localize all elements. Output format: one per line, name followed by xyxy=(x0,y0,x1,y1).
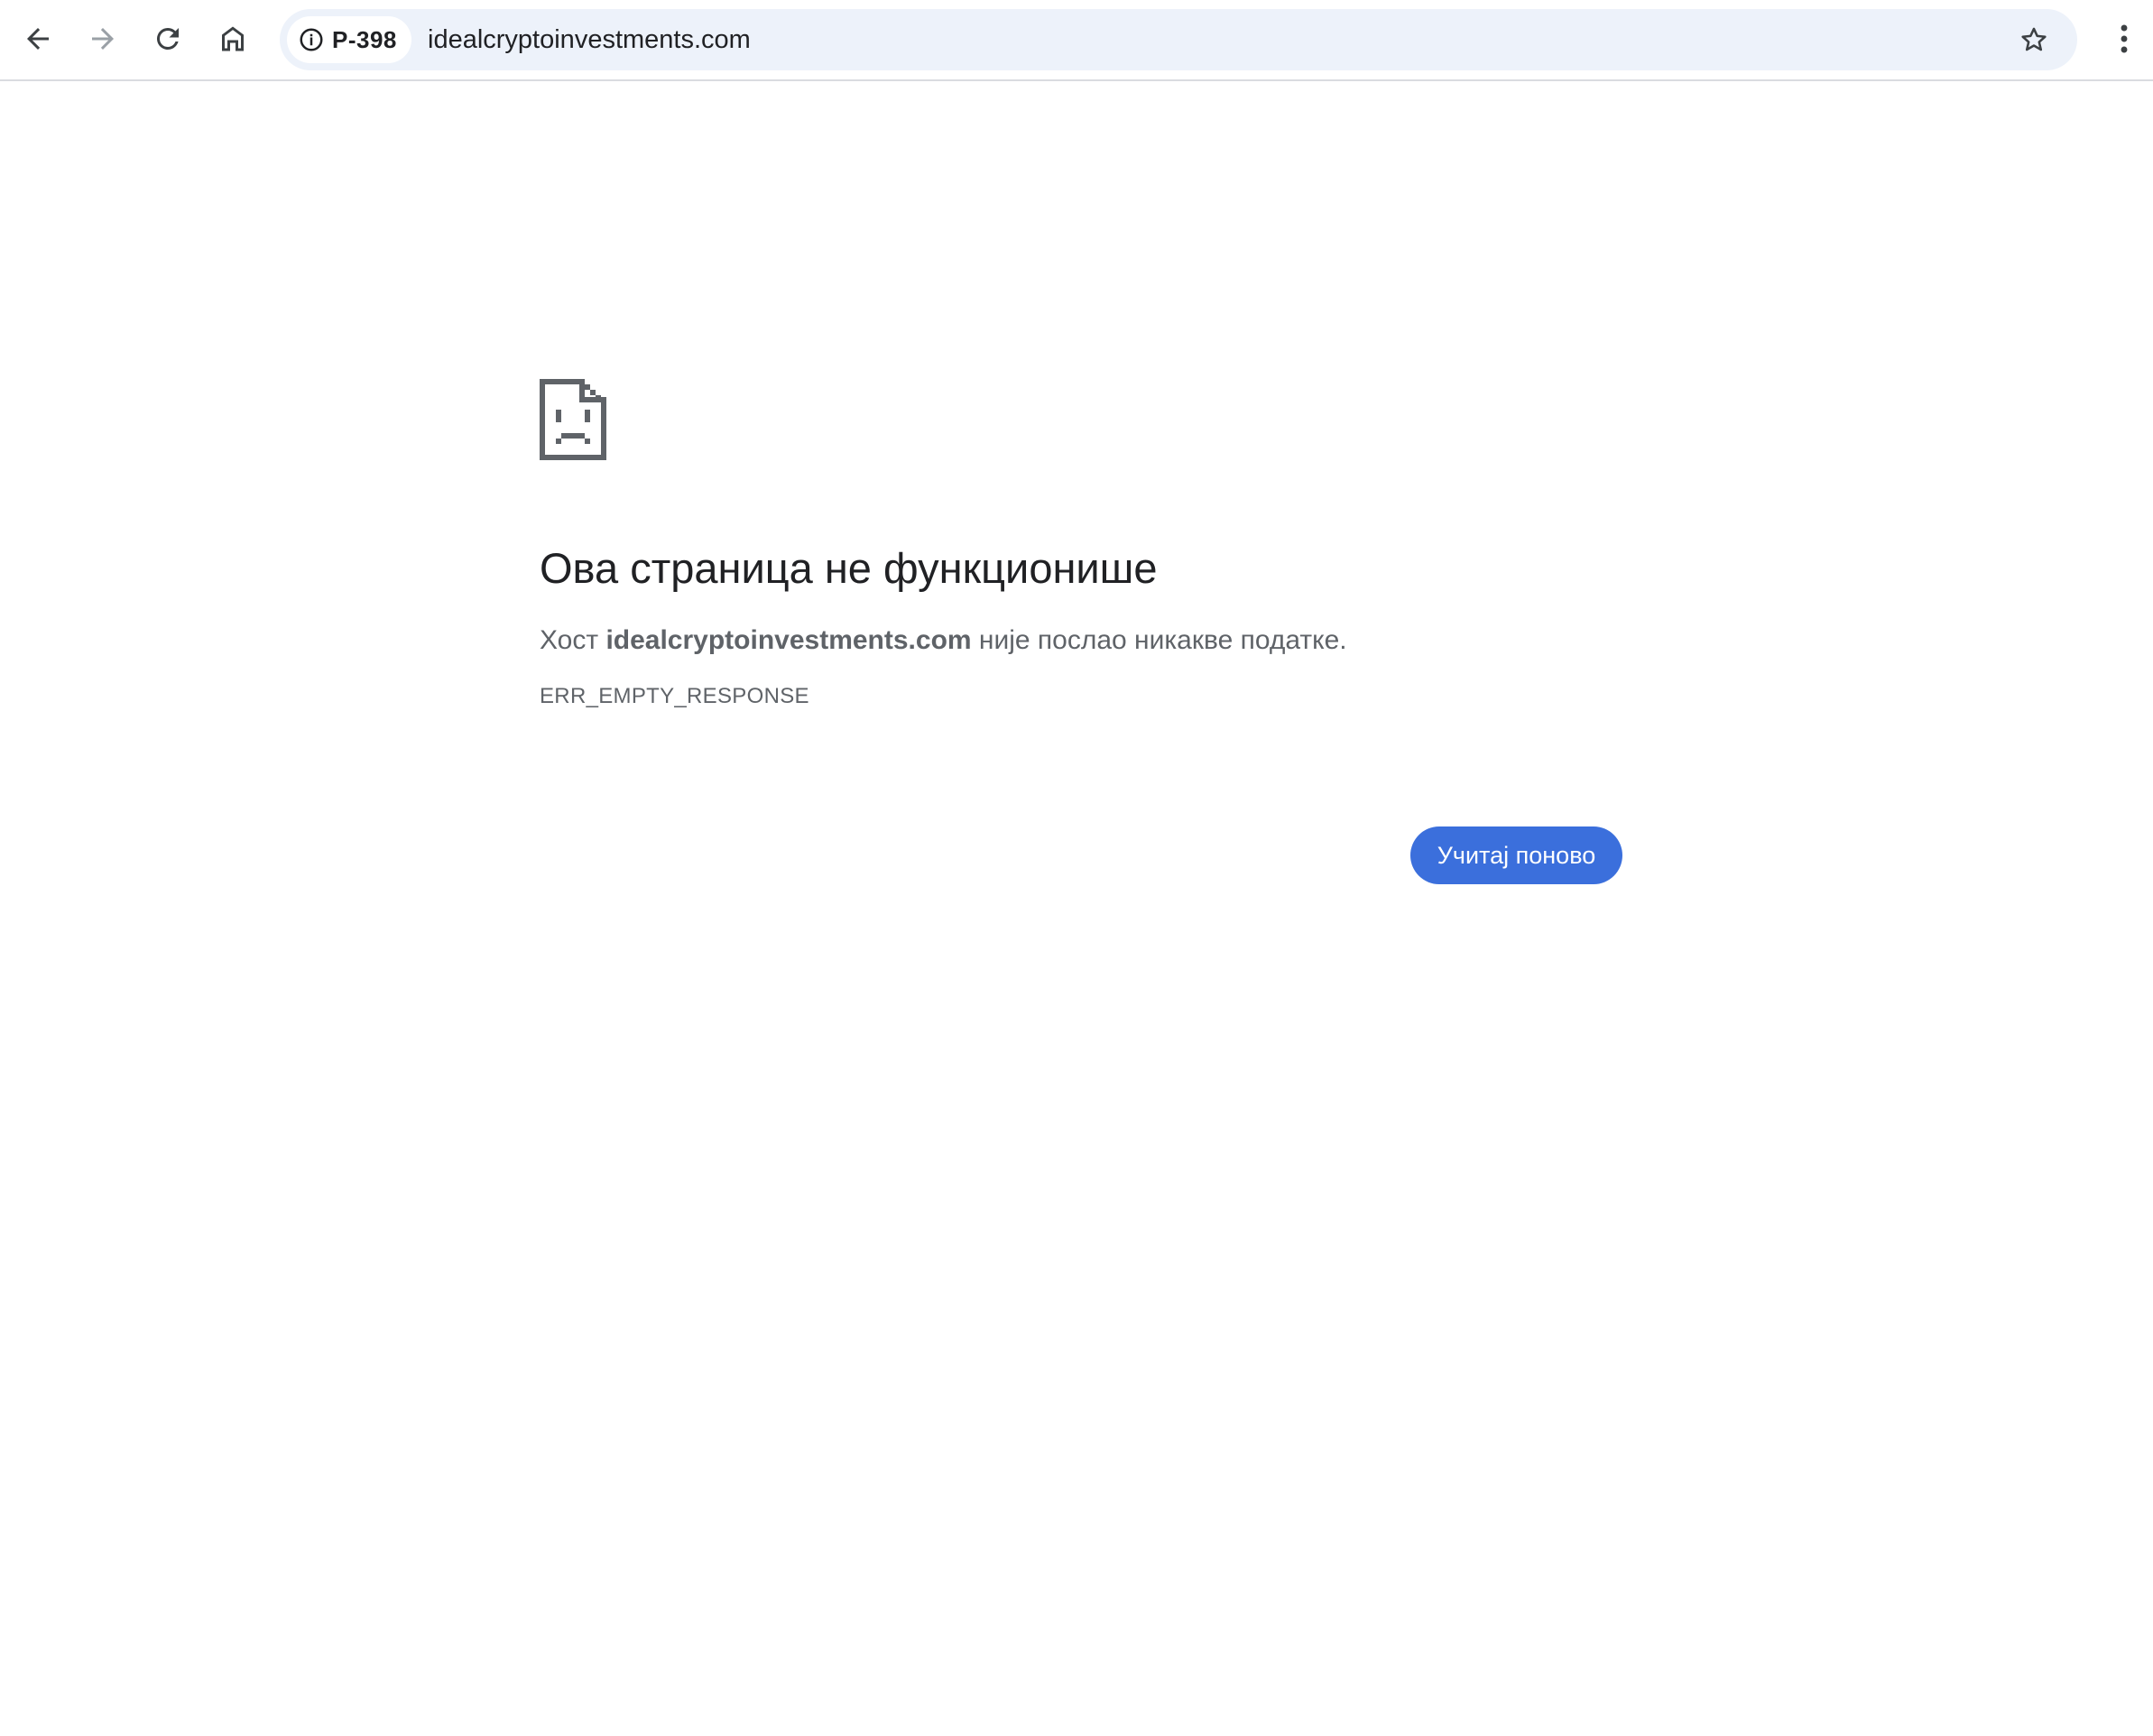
reload-button[interactable] xyxy=(143,14,193,64)
site-chip-label: P-398 xyxy=(332,25,397,53)
url-text[interactable]: idealcryptoinvestments.com xyxy=(428,9,751,70)
error-desc-prefix: Хост xyxy=(540,625,606,655)
error-host: idealcryptoinvestments.com xyxy=(605,625,972,655)
star-icon xyxy=(2021,27,2047,51)
error-code: ERR_EMPTY_RESPONSE xyxy=(540,684,809,708)
error-description: Хост idealcryptoinvestments.com није пос… xyxy=(540,623,1622,659)
reload-icon xyxy=(156,27,179,50)
sad-page-icon xyxy=(540,379,606,460)
arrow-left-icon xyxy=(27,28,49,50)
error-title: Ова страница не функционише xyxy=(540,544,1158,592)
error-page-content: Ова страница не функционише Хост idealcr… xyxy=(540,379,1622,709)
back-button[interactable] xyxy=(13,14,63,64)
home-button[interactable] xyxy=(208,14,258,64)
bookmark-button[interactable] xyxy=(2009,14,2059,65)
arrow-right-icon xyxy=(92,28,114,50)
address-bar[interactable]: P-398 idealcryptoinvestments.com xyxy=(280,9,2077,70)
info-icon xyxy=(298,26,325,53)
reload-page-button[interactable]: Учитај поново xyxy=(1410,826,1622,884)
forward-button[interactable] xyxy=(78,14,128,64)
site-info-chip[interactable]: P-398 xyxy=(287,16,411,63)
kebab-menu-icon xyxy=(2121,24,2128,53)
browser-toolbar: P-398 idealcryptoinvestments.com xyxy=(0,0,2153,81)
home-icon xyxy=(222,26,244,51)
browser-menu-button[interactable] xyxy=(2099,14,2149,64)
error-desc-suffix: није послао никакве податке. xyxy=(971,625,1347,655)
